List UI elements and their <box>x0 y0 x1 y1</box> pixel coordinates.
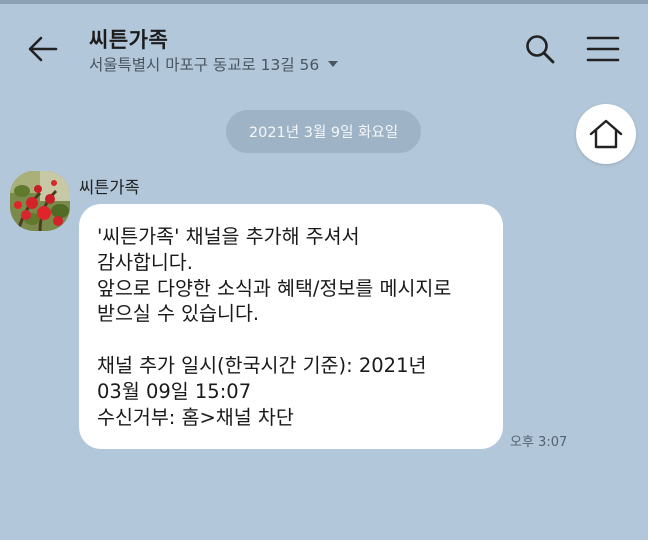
chat-title: 씨튼가족 <box>89 28 169 52</box>
message-line <box>97 327 485 353</box>
chat-subtitle: 서울특별시 마포구 동교로 13길 56 <box>89 56 320 74</box>
date-divider: 2021년 3월 9일 화요일 <box>226 110 421 153</box>
chat-header: 씨튼가족 서울특별시 마포구 동교로 13길 56 <box>0 4 648 90</box>
flower-photo <box>10 171 70 231</box>
sender-name: 씨튼가족 <box>79 178 140 197</box>
message-line: 감사합니다. <box>97 250 193 274</box>
search-button[interactable] <box>524 33 556 65</box>
message-bubble[interactable]: '씨튼가족' 채널을 추가해 주셔서 감사합니다. 앞으로 다양한 소식과 혜택… <box>79 204 503 449</box>
message-line: 03월 09일 15:07 <box>97 379 252 403</box>
home-button[interactable] <box>576 104 636 164</box>
avatar[interactable] <box>10 171 70 231</box>
message-line: '씨튼가족' 채널을 추가해 주셔서 <box>97 225 360 248</box>
home-icon <box>589 119 623 149</box>
menu-button[interactable] <box>586 34 620 64</box>
message-line: 앞으로 다양한 소식과 혜택/정보를 메시지로 <box>97 276 452 300</box>
search-icon <box>526 35 555 64</box>
back-button[interactable] <box>26 32 60 66</box>
message-line: 채널 추가 일시(한국시간 기준): 2021년 <box>97 353 427 377</box>
message-timestamp: 오후 3:07 <box>510 435 568 450</box>
subtitle-dropdown[interactable]: 서울특별시 마포구 동교로 13길 56 <box>89 53 339 75</box>
message-line: 받으실 수 있습니다. <box>97 302 260 326</box>
caret-down-icon <box>328 61 339 67</box>
arrow-left-icon <box>28 36 58 62</box>
hamburger-menu-icon <box>586 36 620 62</box>
message-line: 수신거부: 홈>채널 차단 <box>97 405 294 429</box>
